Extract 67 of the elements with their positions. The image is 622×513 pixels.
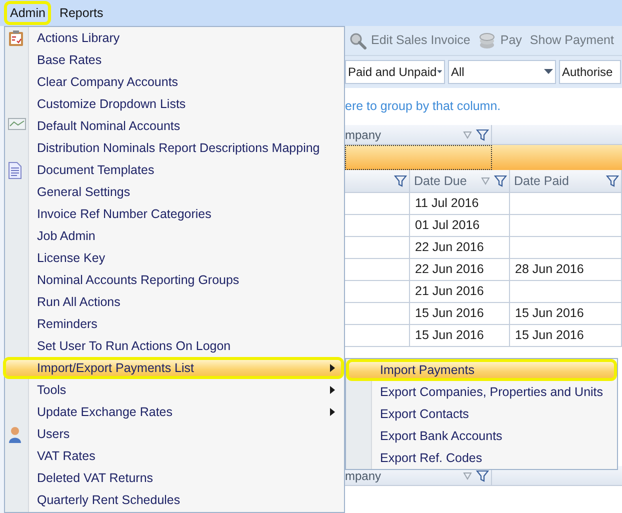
table-cell-text: 15 Jun 2016 [515,305,584,322]
table-cell-text: 15 Jun 2016 [415,327,484,344]
table-cell-text: 01 Jul 2016 [415,217,480,234]
menu-item[interactable]: Nominal Accounts Reporting Groups [3,269,344,291]
dropdown[interactable]: Authorise [559,60,621,84]
menu-item[interactable]: License Key [3,247,344,269]
menu-item[interactable]: Reports [53,1,110,25]
group-panel-hint: ere to group by that column. [345,98,501,116]
table-cell-text: 15 Jun 2016 [415,305,484,322]
header-label: mpany [345,468,382,484]
dropdown-value: Paid and Unpaid [348,64,437,81]
table-cell-text: 22 Jun 2016 [415,261,484,278]
document-icon [8,162,22,179]
toolbar-button-label[interactable]: Show Payment [530,31,614,50]
menu-item[interactable]: Base Rates [3,49,344,71]
dropdown[interactable]: Paid and Unpaid [345,60,445,84]
filter-icon [476,128,489,140]
menu-item[interactable]: Deleted VAT Returns [3,467,344,489]
menu-item[interactable]: Update Exchange Rates [3,401,344,423]
menu-item[interactable]: Import Payments [346,359,617,381]
menu-item[interactable]: Customize Dropdown Lists [3,93,344,115]
toolbar-button-label[interactable]: Edit Sales Invoice [371,31,470,50]
header-label: mpany [345,126,382,144]
column-label: Date Paid [514,172,569,190]
menu-item[interactable]: VAT Rates [3,445,344,467]
filter-icon [606,175,619,187]
menu-item[interactable]: Users [3,423,344,445]
coins-icon [478,32,496,50]
filter-icon [476,470,489,482]
menu-item[interactable]: Export Contacts [346,403,617,425]
filter-icon [494,175,507,187]
table-cell-text: 28 Jun 2016 [515,261,584,278]
sort-icon [463,472,472,480]
toolbar-button-label[interactable]: Pay [500,31,522,50]
table-cell-text: 22 Jun 2016 [415,239,484,256]
dropdown-value: Authorise [562,64,613,81]
magnifier-icon [349,32,367,50]
chart-icon [8,118,26,130]
menu-item[interactable]: Actions Library [3,27,344,49]
table-cell-text: 21 Jun 2016 [415,283,484,300]
dropdown[interactable]: All [448,60,556,84]
table-cell-text: 11 Jul 2016 [415,195,479,212]
menu-item[interactable]: Quarterly Rent Schedules [3,489,344,511]
menu-item[interactable]: Export Companies, Properties and Units [346,381,617,403]
menu-item[interactable]: Reminders [3,313,344,335]
menu-item[interactable]: General Settings [3,181,344,203]
menu-item[interactable]: Export Bank Accounts [346,425,617,447]
menu-item[interactable]: Invoice Ref Number Categories [3,203,344,225]
menu-item[interactable]: Clear Company Accounts [3,71,344,93]
dropdown-value: All [451,64,464,81]
menu-item[interactable]: Set User To Run Actions On Logon [3,335,344,357]
menu-item[interactable]: Run All Actions [3,291,344,313]
column-header[interactable]: Date Paid [510,170,622,192]
menu-item[interactable]: Import/Export Payments List [3,357,344,379]
sort-icon [463,130,472,138]
clipboard-icon [8,30,24,47]
menu-item[interactable]: Tools [3,379,344,401]
column-label: Date Due [414,172,467,190]
menu-item[interactable]: Distribution Nominals Report Descriptions Mapping [3,137,344,159]
filter-icon [394,175,407,187]
column-header[interactable]: Date Due [410,170,510,192]
user-icon [8,426,22,444]
menu-item[interactable]: Default Nominal Accounts [3,115,344,137]
menu-item[interactable]: Job Admin [3,225,344,247]
menu-item[interactable]: Document Templates [3,159,344,181]
menu-item[interactable]: Export Ref. Codes [346,447,617,469]
table-cell-text: 15 Jun 2016 [515,327,584,344]
